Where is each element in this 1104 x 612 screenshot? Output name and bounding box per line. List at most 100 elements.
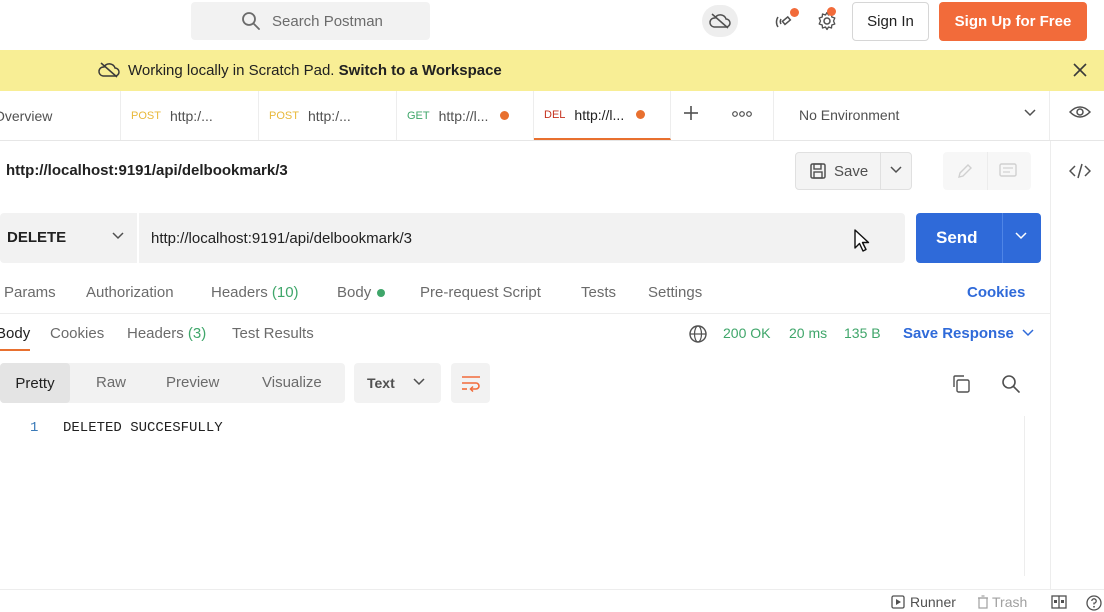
mouse-pointer-icon [853, 228, 871, 254]
settings-button[interactable] [809, 5, 845, 37]
response-tab-test-results[interactable]: Test Results [232, 325, 314, 342]
format-pretty[interactable]: Pretty [0, 363, 70, 403]
response-tab-cookies[interactable]: Cookies [50, 325, 104, 342]
divider [0, 313, 1050, 314]
tab-label: Overview [0, 107, 53, 124]
save-icon [809, 162, 827, 180]
save-label: Save [834, 163, 869, 180]
trash-button[interactable]: Trash [977, 594, 1027, 610]
tab-headers[interactable]: Headers (10) [211, 284, 299, 301]
body-indicator-dot [377, 289, 386, 298]
method-label: DELETE [7, 229, 67, 246]
trash-label: Trash [992, 594, 1028, 610]
unsaved-dot [500, 111, 510, 120]
format-visualize[interactable]: Visualize [262, 374, 322, 391]
more-tabs-icon[interactable] [732, 110, 752, 118]
response-type-label: Text [367, 375, 395, 391]
banner-text: Working locally in Scratch Pad. Switch t… [128, 62, 502, 79]
tab-params[interactable]: Params [4, 284, 56, 301]
cloud-off-icon [709, 13, 731, 29]
capture-requests-button[interactable] [766, 5, 802, 37]
response-body-text[interactable]: DELETED SUCCESFULLY [63, 420, 223, 436]
sign-up-button[interactable]: Sign Up for Free [939, 2, 1087, 41]
save-button[interactable]: Save [795, 152, 912, 190]
tab-overview[interactable]: Overview [0, 91, 121, 140]
tab-label: http://l... [574, 106, 625, 123]
tab-label: http:/... [307, 107, 351, 124]
save-response-button[interactable]: Save Response [903, 325, 1014, 342]
tab-label: http://l... [438, 107, 489, 124]
tab-delete-request[interactable]: DEL http://l... [534, 91, 671, 140]
response-tab-body[interactable]: Body [0, 325, 30, 342]
search-bar[interactable]: Search Postman [191, 2, 430, 40]
cloud-off-icon [98, 62, 120, 78]
edit-actions [943, 152, 1031, 190]
search-icon[interactable] [1001, 374, 1021, 394]
request-title[interactable]: http://localhost:9191/api/delbookmark/3 [6, 162, 288, 179]
chevron-down-icon[interactable] [1022, 329, 1034, 337]
new-tab-plus-icon[interactable] [682, 104, 700, 122]
format-raw[interactable]: Raw [96, 374, 126, 391]
environment-selector[interactable]: No Environment [773, 91, 1050, 140]
tab-label: http:/... [169, 107, 213, 124]
tab-method: POST [269, 109, 299, 122]
chevron-down-icon[interactable] [890, 166, 902, 174]
tab-method: GET [407, 109, 430, 122]
scrollbar[interactable] [1024, 416, 1042, 576]
response-headers-count: (3) [187, 325, 207, 342]
scratch-pad-banner: Working locally in Scratch Pad. Switch t… [0, 50, 1104, 91]
headers-count: (10) [271, 284, 299, 301]
cookies-link[interactable]: Cookies [967, 284, 1025, 301]
line-number: 1 [30, 420, 39, 436]
close-icon[interactable] [1072, 62, 1088, 78]
status-code[interactable]: 200 OK [723, 325, 770, 341]
response-type-select[interactable]: Text [354, 363, 441, 403]
search-placeholder: Search Postman [272, 13, 383, 30]
comment-icon[interactable] [998, 162, 1018, 180]
trash-icon [978, 595, 988, 609]
send-button[interactable]: Send [916, 213, 1041, 263]
code-icon[interactable] [1069, 162, 1091, 180]
pencil-icon[interactable] [956, 162, 974, 180]
response-time[interactable]: 20 ms [789, 325, 827, 341]
switch-workspace-link[interactable]: Switch to a Workspace [339, 62, 502, 79]
divider [880, 153, 881, 189]
divider [987, 152, 988, 190]
tab-get-request[interactable]: GET http://l... [397, 91, 534, 140]
help-icon[interactable] [1086, 595, 1102, 611]
copy-icon[interactable] [951, 374, 971, 394]
tab-post-request[interactable]: POST http:/... [259, 91, 397, 140]
two-pane-icon[interactable] [1051, 595, 1067, 609]
globe-icon[interactable] [688, 324, 708, 344]
tab-settings[interactable]: Settings [648, 284, 702, 301]
environment-label: No Environment [799, 107, 900, 123]
sync-status-button[interactable] [702, 5, 738, 37]
wrap-lines-button[interactable] [451, 363, 490, 403]
tab-method: POST [131, 109, 161, 122]
chevron-down-icon[interactable] [1015, 232, 1027, 240]
tab-body[interactable]: Body [337, 284, 386, 301]
send-label: Send [936, 228, 978, 247]
format-preview[interactable]: Preview [166, 374, 219, 391]
response-size[interactable]: 135 B [844, 325, 881, 341]
runner-button[interactable]: Runner [891, 594, 956, 610]
sign-in-button[interactable]: Sign In [852, 2, 929, 41]
tab-authorization[interactable]: Authorization [86, 284, 174, 301]
notification-dot [790, 8, 799, 17]
tab-tests[interactable]: Tests [581, 284, 616, 301]
chevron-down-icon [1024, 109, 1036, 117]
method-select[interactable]: DELETE [0, 213, 138, 263]
url-input[interactable] [139, 213, 905, 263]
wrap-icon [462, 376, 480, 392]
eye-icon[interactable] [1069, 104, 1091, 120]
runner-label: Runner [910, 594, 956, 610]
notification-dot [827, 7, 836, 16]
unsaved-dot [636, 110, 646, 119]
response-headers-label: Headers [127, 325, 184, 342]
chevron-down-icon [413, 378, 425, 386]
tab-body-label: Body [337, 284, 372, 301]
divider [1002, 213, 1003, 263]
response-tab-headers[interactable]: Headers (3) [127, 325, 206, 342]
tab-pre-request-script[interactable]: Pre-request Script [420, 284, 541, 301]
tab-post-request[interactable]: POST http:/... [121, 91, 259, 140]
